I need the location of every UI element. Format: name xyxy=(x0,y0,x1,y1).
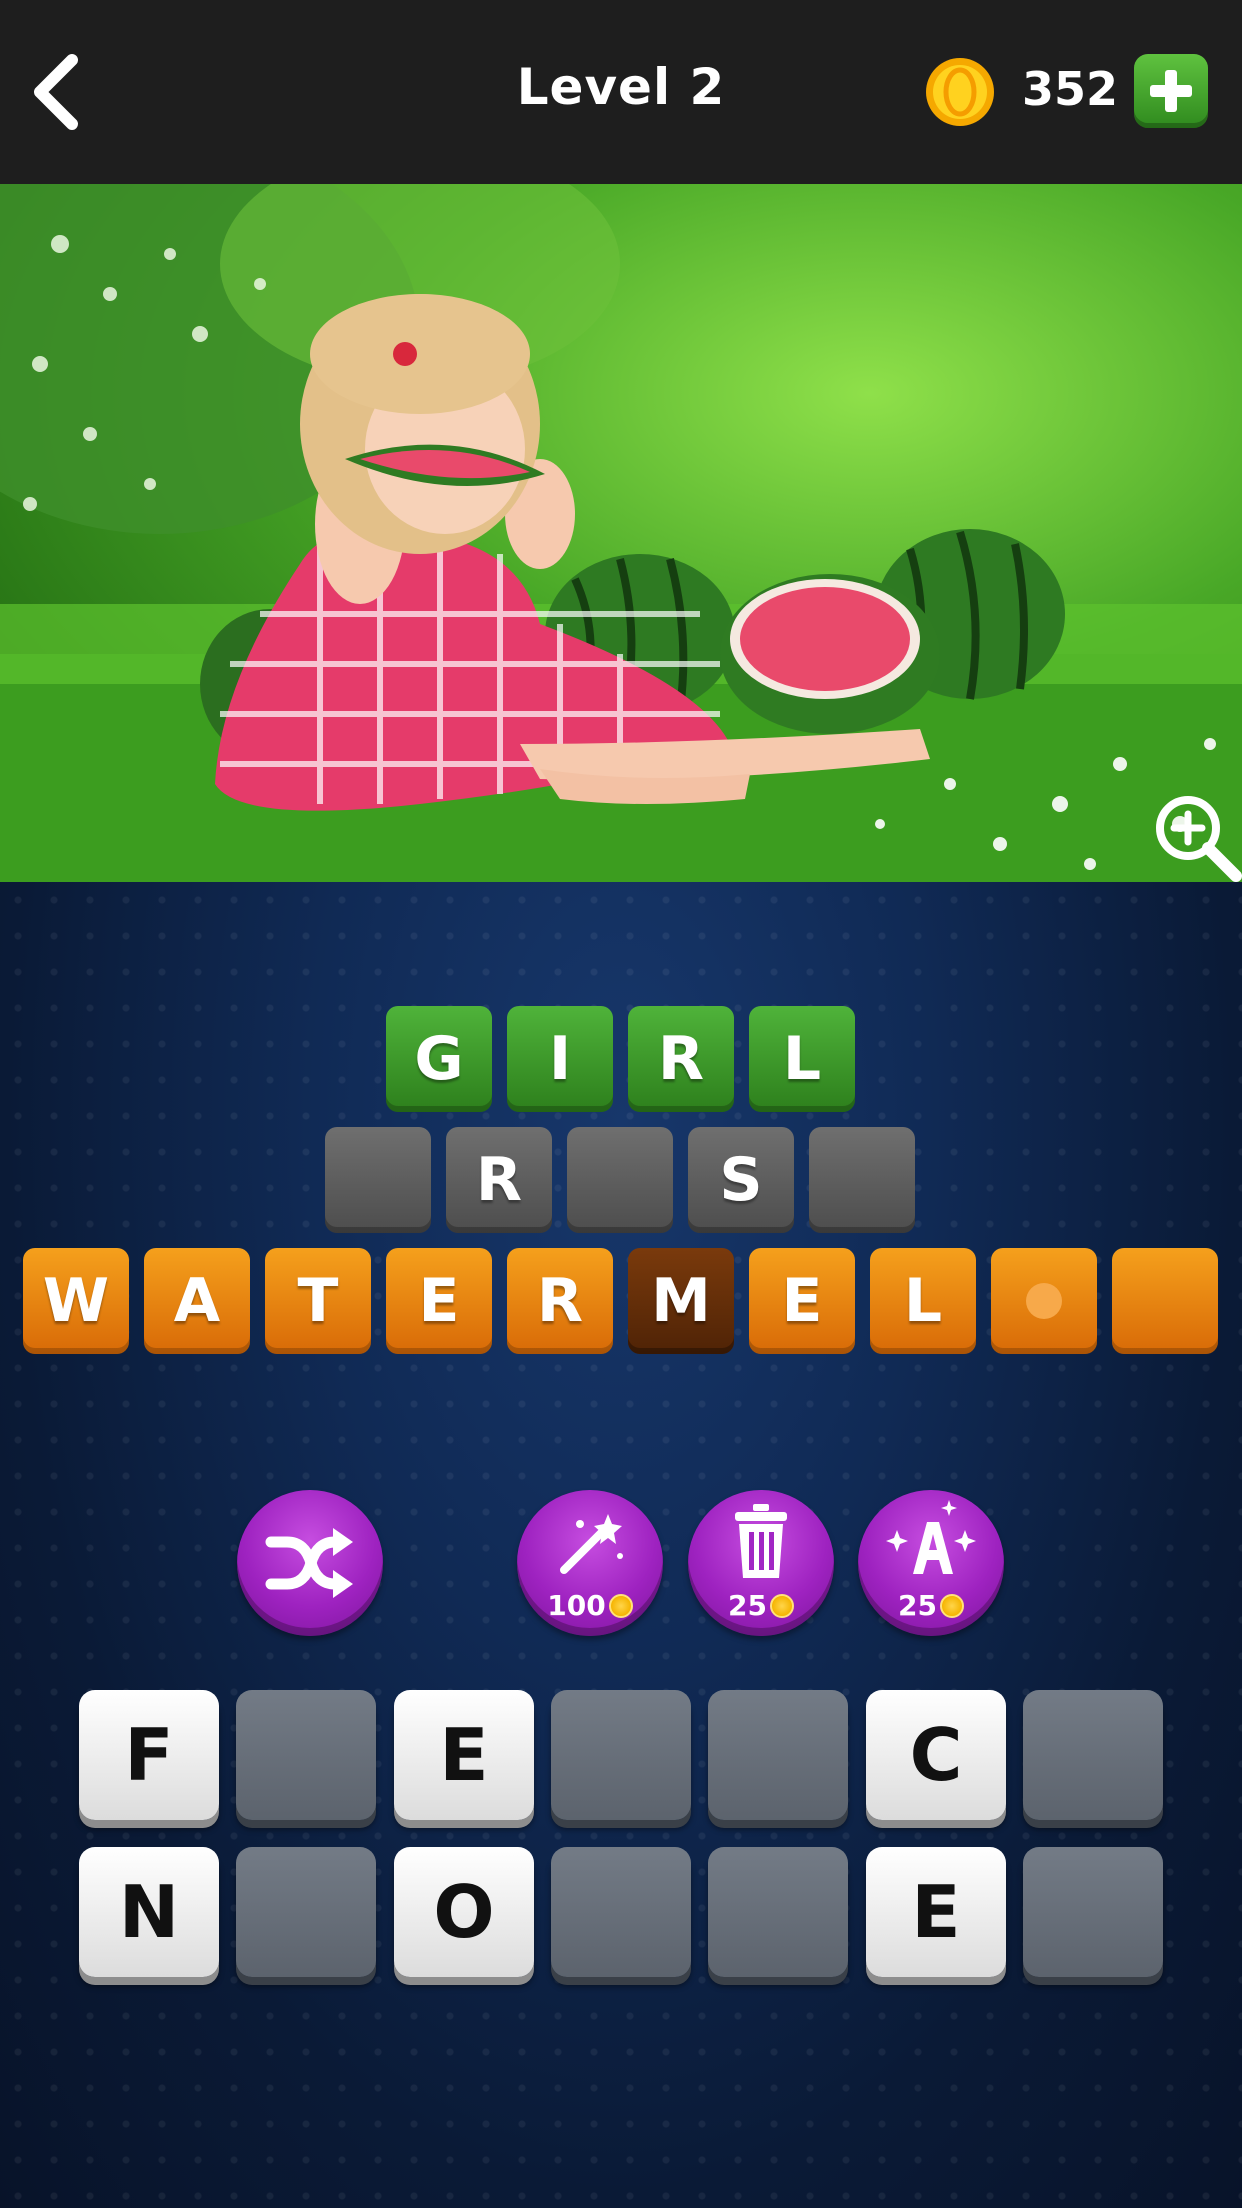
coin-icon xyxy=(769,1594,794,1618)
cursor-dot xyxy=(1026,1283,1062,1319)
letter-key[interactable]: E xyxy=(394,1690,534,1820)
cost-value: 100 xyxy=(547,1589,606,1622)
cost-label: 25 xyxy=(688,1589,834,1622)
cost-label: 100 xyxy=(517,1589,663,1622)
cost-value: 25 xyxy=(728,1589,767,1622)
answer-tile[interactable]: G xyxy=(386,1006,492,1112)
letter-key-used xyxy=(1023,1690,1163,1820)
coin-balance: 352 xyxy=(1022,62,1119,116)
top-bar: Level 2 352 xyxy=(0,0,1242,184)
shuffle-icon xyxy=(265,1528,353,1598)
trash-icon xyxy=(735,1504,787,1578)
letter-key[interactable]: N xyxy=(79,1847,219,1977)
answer-tile[interactable]: W xyxy=(23,1248,129,1354)
answer-tile[interactable]: A xyxy=(144,1248,250,1354)
answer-tile[interactable]: R xyxy=(628,1006,734,1112)
letter-key-used xyxy=(1023,1847,1163,1977)
answer-tile[interactable] xyxy=(809,1127,915,1233)
answer-tile[interactable]: I xyxy=(507,1006,613,1112)
letter-key[interactable]: O xyxy=(394,1847,534,1977)
answer-tile[interactable] xyxy=(567,1127,673,1233)
letter-key-used xyxy=(551,1690,691,1820)
coin-icon xyxy=(939,1594,964,1618)
answer-tile[interactable]: R xyxy=(507,1248,613,1354)
cost-label: 25 xyxy=(858,1589,1004,1622)
coin-icon xyxy=(608,1594,633,1618)
zoom-in-icon[interactable] xyxy=(1146,786,1242,882)
answer-tile[interactable]: L xyxy=(870,1248,976,1354)
answer-tile[interactable]: E xyxy=(749,1248,855,1354)
game-board: G I R L R S W A T E R M E L 100 25 25 F … xyxy=(0,882,1242,2208)
letter-key-used xyxy=(236,1847,376,1977)
magic-wand-icon xyxy=(560,1514,623,1574)
cost-value: 25 xyxy=(898,1589,937,1622)
plus-icon xyxy=(1150,70,1192,112)
magic-hint-button[interactable]: 100 xyxy=(517,1490,663,1636)
puzzle-photo[interactable] xyxy=(0,184,1242,882)
answer-tile[interactable]: E xyxy=(386,1248,492,1354)
letter-key-used xyxy=(551,1847,691,1977)
coin-icon xyxy=(924,56,996,128)
letter-key[interactable]: C xyxy=(866,1690,1006,1820)
photo-scene xyxy=(0,184,1242,882)
letter-key[interactable]: F xyxy=(79,1690,219,1820)
letter-key-used xyxy=(708,1847,848,1977)
answer-tile[interactable]: T xyxy=(265,1248,371,1354)
remove-letters-button[interactable]: 25 xyxy=(688,1490,834,1636)
answer-tile[interactable]: S xyxy=(688,1127,794,1233)
answer-tile[interactable]: R xyxy=(446,1127,552,1233)
letter-key-used xyxy=(236,1690,376,1820)
answer-tile[interactable]: L xyxy=(749,1006,855,1112)
letter-key[interactable]: E xyxy=(866,1847,1006,1977)
letter-key-used xyxy=(708,1690,848,1820)
reveal-letter-button[interactable]: 25 xyxy=(858,1490,1004,1636)
answer-tile-selected[interactable]: M xyxy=(628,1248,734,1354)
answer-tile-cursor[interactable] xyxy=(991,1248,1097,1354)
shuffle-button[interactable] xyxy=(237,1490,383,1636)
reveal-letter-icon xyxy=(886,1500,976,1574)
answer-tile[interactable] xyxy=(325,1127,431,1233)
answer-tile[interactable] xyxy=(1112,1248,1218,1354)
add-coins-button[interactable] xyxy=(1134,54,1208,128)
